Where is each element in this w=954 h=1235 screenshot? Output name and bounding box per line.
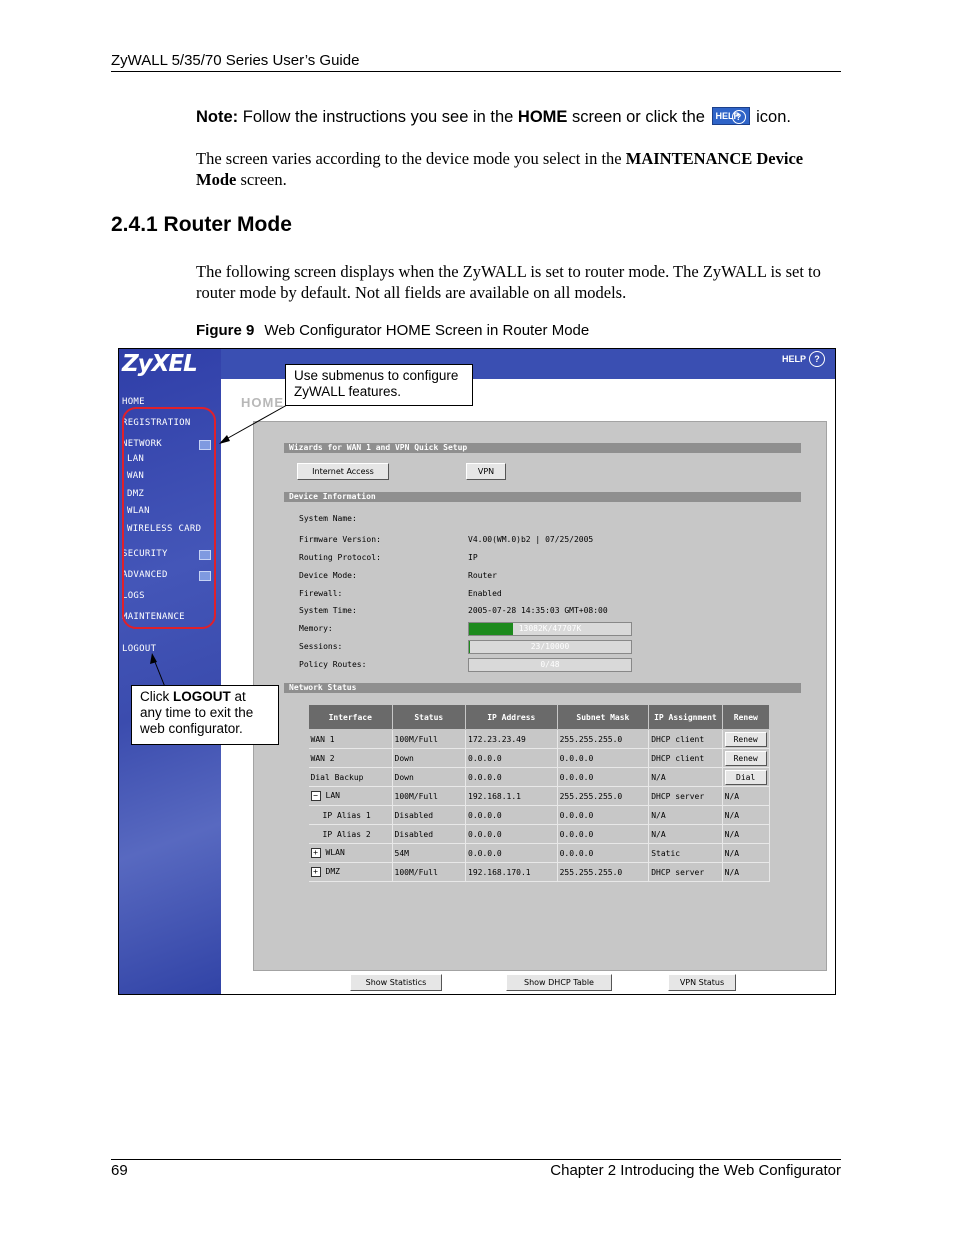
logout-callout: Click LOGOUT at any time to exit the web… — [131, 685, 279, 745]
note-line: Note: Follow the instructions you see in… — [196, 107, 791, 127]
submenu-callout: Use submenus to configure ZyWALL feature… — [285, 364, 473, 406]
arrow-head-icon — [219, 435, 230, 444]
note-home: HOME — [517, 108, 568, 126]
page-number: 69 — [111, 1162, 128, 1179]
footer-rule — [111, 1159, 841, 1160]
note-label: Note: — [196, 108, 239, 126]
help-icon: HELP? — [711, 107, 750, 125]
paragraph-device-mode: The screen varies according to the devic… — [196, 149, 804, 189]
callout-arrows — [150, 404, 288, 688]
arrow-head-icon — [150, 653, 157, 664]
question-icon: ? — [731, 110, 746, 124]
header-rule — [111, 71, 841, 72]
figure-caption: Figure 9 Web Configurator HOME Screen in … — [196, 322, 589, 339]
chapter-title: Chapter 2 Introducing the Web Configurat… — [550, 1162, 841, 1179]
note-text-middle: screen or click the — [567, 108, 710, 126]
note-text-before: Follow the instructions you see in the — [238, 108, 518, 126]
submenu-arrow-line — [220, 404, 288, 443]
section-title: 2.4.1 Router Mode — [111, 213, 292, 236]
figure-caption-text: Web Configurator HOME Screen in Router M… — [264, 322, 590, 339]
running-header: ZyWALL 5/35/70 Series User’s Guide — [111, 52, 360, 69]
web-configurator-screenshot: ZyXEL HOME REGISTRATION NETWORK LAN WAN … — [118, 348, 836, 995]
figure-label: Figure 9 — [196, 322, 255, 339]
note-text-after: icon. — [751, 108, 791, 126]
paragraph-router-mode: The following screen displays when the Z… — [196, 262, 821, 302]
